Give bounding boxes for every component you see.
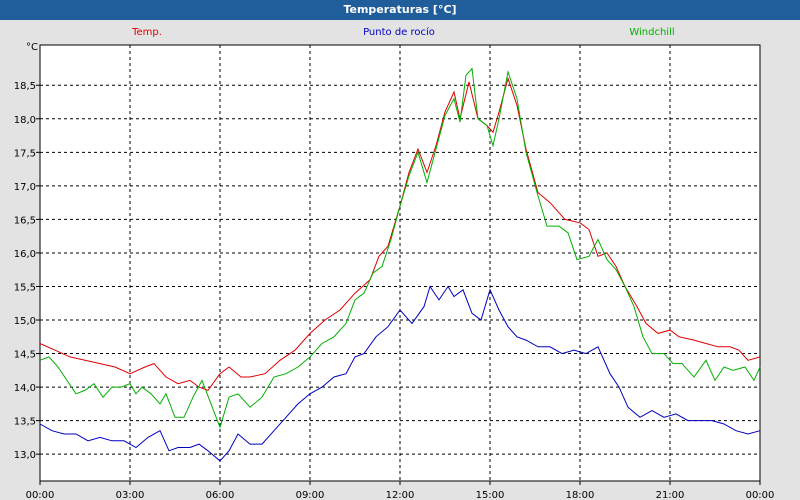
x-tick-time: 03:00 — [116, 490, 145, 500]
y-tick-label: 17,0 — [14, 182, 36, 193]
x-tick-time: 12:00 — [386, 490, 415, 500]
y-tick-label: 16,5 — [14, 215, 36, 226]
temperature-chart: 13,0 13,5 14,0 14,5 15,0 15,5 16,0 16,5 17,0 17,5… — [14, 26, 775, 500]
x-tick-time: 21:00 — [656, 490, 685, 500]
x-tick-time: 15:00 — [476, 490, 505, 500]
x-tick-time: 18:00 — [566, 490, 595, 500]
y-unit-label: °C — [26, 42, 38, 53]
y-tick-label: 18,5 — [14, 81, 36, 92]
y-axis: 13,0 13,5 14,0 14,5 15,0 15,5 16,0 16,5 17,0 17,5… — [14, 81, 40, 461]
legend-temp: Temp. — [131, 27, 162, 38]
y-tick-label: 17,5 — [14, 148, 36, 159]
y-tick-label: 13,5 — [14, 417, 36, 428]
y-tick-label: 15,0 — [14, 316, 36, 327]
y-tick-label: 18,0 — [14, 115, 36, 126]
legend-windchill: Windchill — [629, 27, 674, 38]
x-tick-time: 00:00 — [26, 490, 55, 500]
y-tick-label: 13,0 — [14, 450, 36, 461]
y-tick-label: 14,5 — [14, 350, 36, 361]
x-tick-time: 09:00 — [296, 490, 325, 500]
chart-panel: 13,0 13,5 14,0 14,5 15,0 15,5 16,0 16,5 17,0 17,5… — [0, 20, 800, 500]
chart-title: Temperaturas [°C] — [0, 0, 800, 20]
x-tick-time: 00:00 — [746, 490, 775, 500]
y-tick-label: 14,0 — [14, 383, 36, 394]
x-tick-time: 06:00 — [206, 490, 235, 500]
x-axis: 00:0001/06/2503:0001/06/2506:0001/06/250… — [26, 481, 775, 500]
legend-dew-point: Punto de rocío — [363, 26, 435, 38]
y-tick-label: 15,5 — [14, 282, 36, 293]
y-tick-label: 16,0 — [14, 249, 36, 260]
